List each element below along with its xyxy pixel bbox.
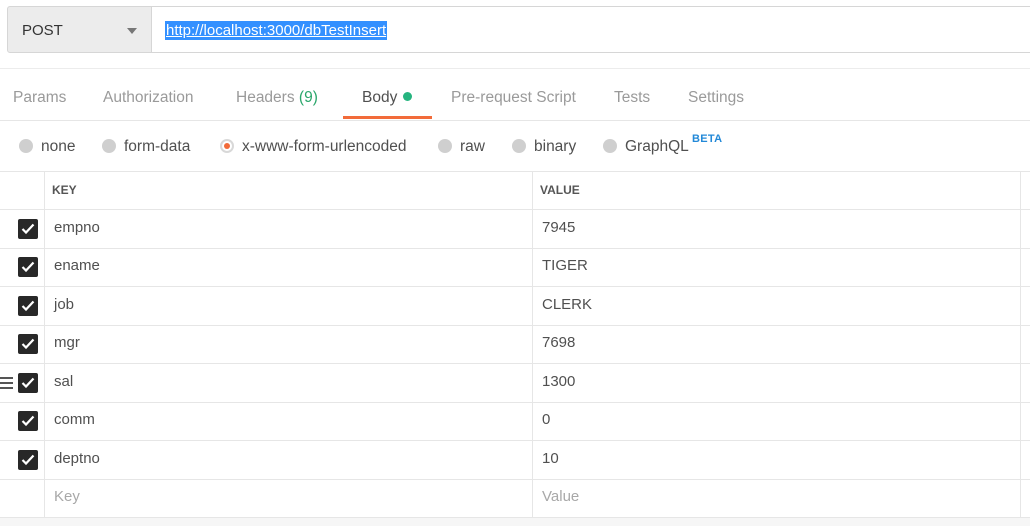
check-icon <box>21 223 35 235</box>
table-row: empno 7945 <box>0 210 1030 249</box>
new-row: Key Value <box>0 479 1030 518</box>
radio-graphql[interactable] <box>603 139 617 153</box>
row-checkbox[interactable] <box>18 219 38 239</box>
check-icon <box>21 377 35 389</box>
row-key[interactable]: mgr <box>54 334 80 351</box>
radio-x-www-form-urlencoded[interactable] <box>220 139 234 153</box>
radio-none[interactable] <box>19 139 33 153</box>
row-key[interactable]: ename <box>54 257 100 274</box>
row-key[interactable]: comm <box>54 411 95 428</box>
chevron-down-icon <box>127 28 137 34</box>
row-checkbox[interactable] <box>18 334 38 354</box>
column-header-value: VALUE <box>540 183 580 197</box>
method-select[interactable]: POST <box>7 6 152 53</box>
headers-count-badge: (9) <box>298 89 318 106</box>
method-label: POST <box>22 22 63 39</box>
check-icon <box>21 261 35 273</box>
table-row: mgr 7698 <box>0 325 1030 364</box>
body-indicator-dot <box>403 92 413 101</box>
tab-settings[interactable]: Settings <box>688 89 744 107</box>
row-key[interactable]: sal <box>54 373 73 390</box>
row-key[interactable]: job <box>54 296 74 313</box>
request-bar: POST http://localhost:3000/dbTestInsert <box>0 0 1030 69</box>
table-footer <box>0 518 1030 526</box>
tab-params[interactable]: Params <box>13 89 66 107</box>
row-value[interactable]: 1300 <box>542 373 575 390</box>
row-checkbox[interactable] <box>18 411 38 431</box>
request-tabs: Params Authorization Headers (9) Body Pr… <box>0 69 1030 121</box>
radio-label-raw[interactable]: raw <box>460 138 485 156</box>
url-text: http://localhost:3000/dbTestInsert <box>165 21 388 40</box>
row-key[interactable]: deptno <box>54 450 100 467</box>
row-value[interactable]: TIGER <box>542 257 588 274</box>
check-icon <box>21 415 35 427</box>
drag-handle-icon[interactable] <box>0 377 13 389</box>
new-value-input[interactable]: Value <box>542 488 579 505</box>
row-checkbox[interactable] <box>18 450 38 470</box>
tab-authorization[interactable]: Authorization <box>103 89 193 107</box>
check-icon <box>21 338 35 350</box>
table-row: job CLERK <box>0 287 1030 326</box>
row-checkbox[interactable] <box>18 296 38 316</box>
table-row: sal 1300 <box>0 364 1030 403</box>
row-value[interactable]: CLERK <box>542 296 592 313</box>
tab-tests[interactable]: Tests <box>614 89 650 107</box>
radio-binary[interactable] <box>512 139 526 153</box>
radio-label-none[interactable]: none <box>41 138 75 156</box>
row-checkbox[interactable] <box>18 373 38 393</box>
radio-label-form-data[interactable]: form-data <box>124 138 190 156</box>
key-value-table: KEY VALUE empno 7945 ename TIGER job CLE… <box>0 171 1030 526</box>
row-key[interactable]: empno <box>54 219 100 236</box>
column-header-key: KEY <box>52 183 77 197</box>
radio-form-data[interactable] <box>102 139 116 153</box>
tab-headers[interactable]: Headers (9) <box>236 89 318 107</box>
radio-label-graphql[interactable]: GraphQL <box>625 138 689 156</box>
row-checkbox[interactable] <box>18 257 38 277</box>
table-header: KEY VALUE <box>0 171 1030 210</box>
active-tab-underline <box>343 116 432 119</box>
radio-label-x-www-form-urlencoded[interactable]: x-www-form-urlencoded <box>242 138 407 156</box>
tab-headers-label: Headers <box>236 89 295 106</box>
url-input[interactable]: http://localhost:3000/dbTestInsert <box>152 6 1030 53</box>
check-icon <box>21 454 35 466</box>
table-row: ename TIGER <box>0 248 1030 287</box>
table-row: comm 0 <box>0 402 1030 441</box>
tab-body-label: Body <box>362 89 398 106</box>
row-value[interactable]: 7698 <box>542 334 575 351</box>
table-row: deptno 10 <box>0 441 1030 480</box>
row-value[interactable]: 0 <box>542 411 550 428</box>
tab-pre-request-script[interactable]: Pre-request Script <box>451 89 576 107</box>
row-value[interactable]: 10 <box>542 450 559 467</box>
check-icon <box>21 300 35 312</box>
radio-raw[interactable] <box>438 139 452 153</box>
row-value[interactable]: 7945 <box>542 219 575 236</box>
body-type-selector: none form-data x-www-form-urlencoded raw… <box>0 121 1030 172</box>
tab-body[interactable]: Body <box>362 89 413 107</box>
beta-badge: BETA <box>692 133 723 145</box>
new-key-input[interactable]: Key <box>54 488 80 505</box>
radio-label-binary[interactable]: binary <box>534 138 576 156</box>
